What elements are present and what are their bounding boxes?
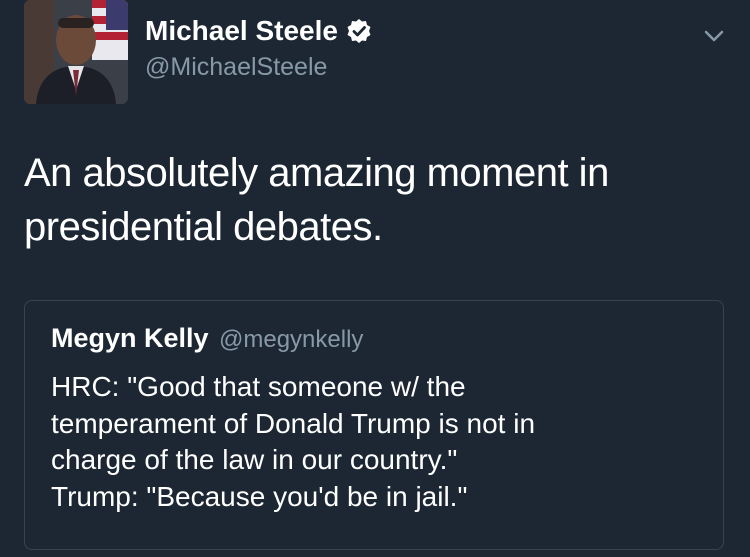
verified-badge-icon <box>346 18 372 44</box>
quoted-author-handle: @megynkelly <box>219 326 364 353</box>
quoted-author-name: Megyn Kelly <box>51 323 209 353</box>
quoted-text-line: Trump: "Because you'd be in jail." <box>51 480 468 512</box>
author-display-name[interactable]: Michael Steele <box>145 15 372 47</box>
chevron-down-icon[interactable] <box>700 22 728 50</box>
avatar[interactable] <box>24 0 128 104</box>
quoted-text-line: temperament of Donald Trump is not in <box>51 407 536 439</box>
quoted-tweet-header: Megyn Kelly @megynkelly <box>51 323 363 354</box>
tweet-text-line: presidential debates. <box>24 205 383 249</box>
avatar-image <box>24 0 128 104</box>
author-handle[interactable]: @MichaelSteele <box>145 53 327 82</box>
quoted-tweet[interactable]: Megyn Kelly @megynkelly HRC: "Good that … <box>24 300 724 550</box>
author-name-text: Michael Steele <box>145 15 338 46</box>
tweet-text: An absolutely amazing moment in presiden… <box>24 146 724 254</box>
tweet: Michael Steele @MichaelSteele An absolut… <box>0 0 750 557</box>
quoted-text-line: charge of the law in our country." <box>51 444 458 475</box>
quoted-text-line: HRC: "Good that someone w/ the <box>51 371 466 402</box>
tweet-text-line: An absolutely amazing moment in <box>24 151 609 195</box>
quoted-tweet-text: HRC: "Good that someone w/ the temperame… <box>51 369 711 515</box>
